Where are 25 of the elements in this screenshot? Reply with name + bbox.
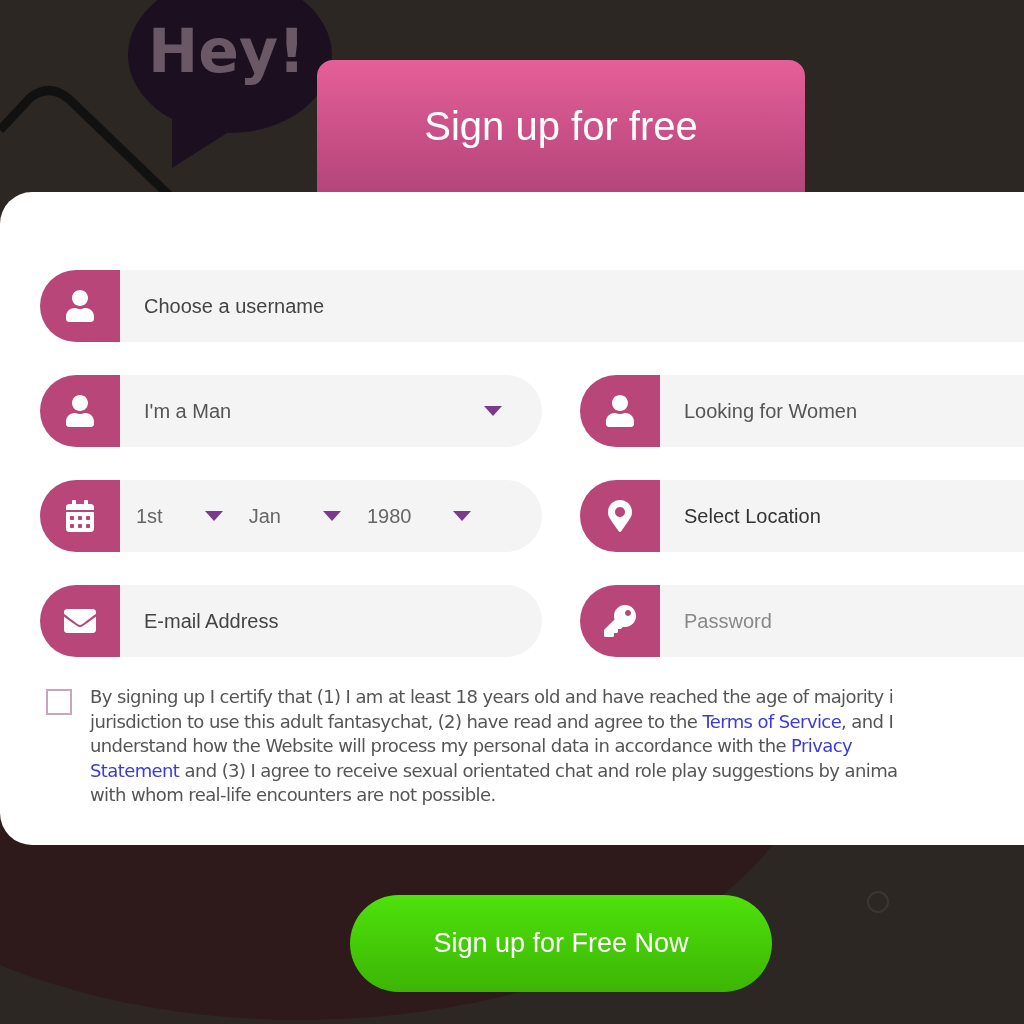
birthdate-select[interactable]: 1980 xyxy=(366,501,472,531)
key-icon xyxy=(604,605,636,637)
gender-select[interactable]: I'm a Man xyxy=(120,375,542,447)
consent-text: By signing up I certify that (1) I am at least 18 years old and have reached the age of majority i jurisdiction to use this adult fantasychat, (2) have read and agree to the Terms of Service, and I understand how the Website will process my personal data in accordance with the Privacy Statement and (3) I agree to receive sexual orientated chat and role play suggestions by anima with whom real-life encounters are not possible. xyxy=(90,685,898,807)
caret-icon xyxy=(453,511,472,521)
birthdate-select[interactable]: 1st xyxy=(136,501,223,531)
consent-checkbox[interactable] xyxy=(46,689,72,715)
caret-icon xyxy=(322,511,341,521)
consent-link[interactable]: Privacy xyxy=(791,735,853,756)
calendar-icon xyxy=(64,500,96,532)
consent-link[interactable]: Terms of Service xyxy=(702,710,842,732)
email-field[interactable]: E-mail Address xyxy=(120,585,542,657)
bubble-text: Hey! xyxy=(148,16,306,86)
consent-link[interactable]: Statement xyxy=(90,759,180,781)
username-field[interactable]: Choose a username xyxy=(120,270,1024,342)
user-icon xyxy=(604,395,636,427)
user-icon xyxy=(64,395,96,427)
seeking-select[interactable]: Looking for Women xyxy=(660,375,1024,447)
location-select[interactable]: Select Location xyxy=(660,480,1024,552)
password-field[interactable]: Password xyxy=(660,585,1024,657)
birthdate-select[interactable]: Jan xyxy=(248,501,341,531)
caret-icon xyxy=(204,511,223,521)
user-icon xyxy=(64,290,96,322)
signup-header: Sign up for free xyxy=(317,60,805,192)
caret-icon xyxy=(484,406,502,416)
